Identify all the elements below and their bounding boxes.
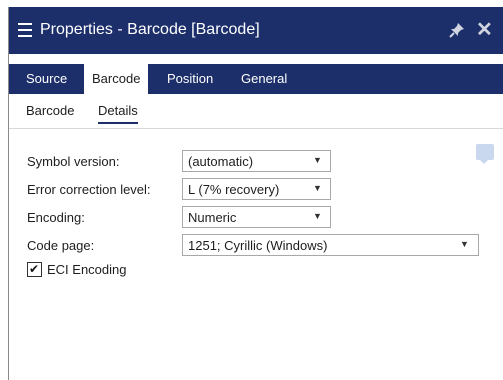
chevron-down-icon: ▼ <box>313 183 322 193</box>
chevron-down-icon: ▼ <box>460 239 469 249</box>
close-icon[interactable]: ✕ <box>476 20 493 40</box>
encoding-value: Numeric <box>188 210 237 225</box>
title-bar: Properties - Barcode [Barcode] ✕ <box>9 7 503 54</box>
code-page-value: 1251; Cyrillic (Windows) <box>188 238 328 253</box>
encoding-select[interactable]: Numeric ▼ <box>182 206 331 228</box>
code-page-select[interactable]: 1251; Cyrillic (Windows) ▼ <box>182 234 479 256</box>
tab-general[interactable]: General <box>233 64 295 94</box>
symbol-version-label: Symbol version: <box>27 154 120 169</box>
hamburger-menu-icon[interactable] <box>18 20 32 40</box>
properties-panel: Properties - Barcode [Barcode] ✕ Source … <box>8 7 503 380</box>
encoding-label: Encoding: <box>27 210 85 225</box>
tab-barcode[interactable]: Barcode <box>84 64 149 94</box>
eci-encoding-checkbox[interactable]: ✔ <box>27 262 42 277</box>
checkmark-icon: ✔ <box>29 262 40 276</box>
error-correction-select[interactable]: L (7% recovery) ▼ <box>182 178 331 200</box>
error-correction-label: Error correction level: <box>27 182 151 197</box>
subtab-barcode[interactable]: Barcode <box>26 103 74 118</box>
property-tabs: Source Barcode Position General <box>9 64 503 94</box>
help-tooltip-icon[interactable] <box>476 144 494 164</box>
window-title: Properties - Barcode [Barcode] <box>40 21 260 38</box>
error-correction-value: L (7% recovery) <box>188 182 280 197</box>
tab-position[interactable]: Position <box>159 64 221 94</box>
subtab-details[interactable]: Details <box>98 103 138 124</box>
tab-source[interactable]: Source <box>18 64 75 94</box>
subtabs: Barcode Details <box>9 94 503 129</box>
symbol-version-select[interactable]: (automatic) ▼ <box>182 150 331 172</box>
pin-icon[interactable] <box>449 22 465 38</box>
chevron-down-icon: ▼ <box>313 211 322 221</box>
symbol-version-value: (automatic) <box>188 154 254 169</box>
code-page-label: Code page: <box>27 238 95 253</box>
eci-encoding-label: ECI Encoding <box>47 262 127 277</box>
chevron-down-icon: ▼ <box>313 155 322 165</box>
